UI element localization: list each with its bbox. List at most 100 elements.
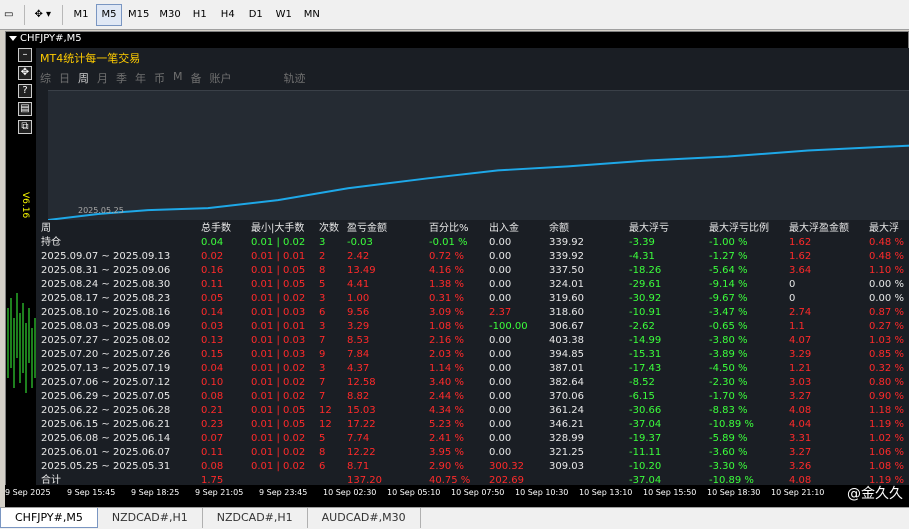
cell-minmax: 0.01 | 0.02: [251, 447, 306, 458]
cell-maxprofit: 3.03: [789, 377, 812, 388]
cell-balance: 346.21: [549, 419, 584, 430]
column-header[interactable]: 最大浮亏: [629, 222, 709, 236]
column-header[interactable]: 出入金: [489, 222, 549, 236]
cell-lots: 0.11: [201, 447, 224, 458]
tab-10[interactable]: 轨迹: [284, 70, 306, 86]
timeframe-h1[interactable]: H1: [187, 4, 213, 26]
tab-5[interactable]: 年: [135, 70, 146, 86]
cell-balance: 319.60: [549, 293, 584, 304]
timeframe-m5[interactable]: M5: [96, 3, 123, 26]
cell-lots: 0.13: [201, 335, 224, 346]
cell-last: 0.00 %: [869, 279, 904, 290]
timeframe-d1[interactable]: D1: [243, 4, 269, 26]
chart-menu-icon[interactable]: [9, 36, 17, 41]
cell-minmax: 0.01 | 0.03: [251, 307, 306, 318]
chart-tab-0[interactable]: CHFJPY#,M5: [0, 508, 98, 528]
cell-count: 7: [319, 391, 326, 402]
cell-last: 1.06 %: [869, 447, 904, 458]
tab-1[interactable]: 日: [59, 70, 70, 86]
layout-icon[interactable]: ▤: [18, 102, 32, 116]
table-row: 2025.07.06 ~ 2025.07.12 0.10 0.01 | 0.02 7 1…: [41, 376, 909, 390]
line-studies-icon[interactable]: ✥ ▾: [30, 4, 55, 26]
timeframe-mn[interactable]: MN: [299, 4, 325, 26]
cell-io: 0.00: [489, 447, 512, 458]
column-header[interactable]: 最大浮: [869, 222, 909, 236]
timeframe-w1[interactable]: W1: [271, 4, 297, 26]
table-row: 2025.08.10 ~ 2025.08.16 0.14 0.01 | 0.03 6 9…: [41, 306, 909, 320]
column-header[interactable]: 周: [41, 222, 201, 236]
timeframe-m30[interactable]: M30: [155, 4, 184, 26]
minimize-icon[interactable]: –: [18, 48, 32, 62]
tab-9[interactable]: 账户: [210, 70, 232, 86]
cell-minmax: 0.01 | 0.02: [251, 391, 306, 402]
tab-0[interactable]: 综: [40, 70, 51, 86]
cell-lots: 0.08: [201, 461, 224, 472]
table-row: 2025.07.27 ~ 2025.08.02 0.13 0.01 | 0.03 7 8…: [41, 334, 909, 348]
cell-pct: 1.08 %: [429, 321, 464, 332]
table-row: 2025.08.03 ~ 2025.08.09 0.03 0.01 | 0.01 3 3…: [41, 320, 909, 334]
cell-pl: 9.56: [347, 307, 370, 318]
cell-maxprofit: 3.29: [789, 349, 812, 360]
cell-balance: 394.85: [549, 349, 584, 360]
column-header[interactable]: 盈亏金额: [347, 222, 429, 236]
cell-pct: 1.38 %: [429, 279, 464, 290]
column-header[interactable]: 次数: [319, 222, 347, 236]
timeframe-m15[interactable]: M15: [124, 4, 153, 26]
help-icon[interactable]: ?: [18, 84, 32, 98]
window-restore-icon[interactable]: ⧉: [18, 120, 32, 134]
cell-count: 3: [319, 321, 326, 332]
cell-pl: 4.41: [347, 279, 370, 290]
cell-lots: 0.04: [201, 363, 224, 374]
cell-count: 5: [319, 279, 326, 290]
stats-panel: MT4统计每一笔交易 综日周月季年币 M 备账户 轨迹 2025.05.25 周总手数…: [36, 48, 909, 489]
chart-tab-1[interactable]: NZDCAD#,H1: [98, 508, 203, 528]
cell-pl: 8.71: [347, 461, 370, 472]
chart-tab-2[interactable]: NZDCAD#,H1: [203, 508, 308, 528]
cell-balance: 361.24: [549, 405, 584, 416]
column-header[interactable]: 最大浮亏比例: [709, 222, 789, 236]
cell-lots: 0.07: [201, 433, 224, 444]
tab-8[interactable]: 备: [191, 70, 202, 86]
cell-maxfloat: -11.11: [629, 447, 662, 458]
cell-last: 0.87 %: [869, 307, 904, 318]
side-toolbar: – ✥ ? ▤ ⧉: [18, 48, 36, 138]
cell-balance: 309.03: [549, 461, 584, 472]
cell-count: 7: [319, 335, 326, 346]
column-header[interactable]: 百分比%: [429, 222, 489, 236]
tab-2[interactable]: 周: [78, 70, 89, 86]
tab-3[interactable]: 月: [97, 70, 108, 86]
window-icon[interactable]: ▭: [0, 4, 17, 26]
table-row: 2025.06.29 ~ 2025.07.05 0.08 0.01 | 0.02 7 8…: [41, 390, 909, 404]
cell-pct: 2.41 %: [429, 433, 464, 444]
cell-maxfloat: -37.04: [629, 419, 662, 430]
cell-balance: 318.60: [549, 307, 584, 318]
cell-maxprofit: 3.64: [789, 265, 812, 276]
timeframe-h4[interactable]: H4: [215, 4, 241, 26]
chart-tab-3[interactable]: AUDCAD#,M30: [308, 508, 421, 528]
column-header[interactable]: 最大浮盈金额: [789, 222, 869, 236]
cell-maxfloat_pct: -3.30 %: [709, 461, 748, 472]
cell-maxfloat_pct: -10.89 %: [709, 419, 754, 430]
cell-maxprofit: 3.31: [789, 433, 812, 444]
cell-last: 1.08 %: [869, 461, 904, 472]
cell-io: -100.00: [489, 321, 528, 332]
cell-maxfloat: -14.99: [629, 335, 662, 346]
tab-7[interactable]: M: [173, 70, 183, 86]
cell-pl: 3.29: [347, 321, 370, 332]
cell-maxfloat_pct: -1.70 %: [709, 391, 748, 402]
cell-io: 0.00: [489, 251, 512, 262]
cell-lots: 0.23: [201, 419, 224, 430]
column-header[interactable]: 余额: [549, 222, 629, 236]
cell-pct: 1.14 %: [429, 363, 464, 374]
column-header[interactable]: 总手数: [201, 222, 251, 236]
cell-week: 2025.07.27 ~ 2025.08.02: [41, 335, 171, 346]
cell-io: 0.00: [489, 419, 512, 430]
column-header[interactable]: 最小|大手数: [251, 222, 319, 236]
time-tick: 10 Sep 07:50: [451, 488, 505, 497]
tab-4[interactable]: 季: [116, 70, 127, 86]
cell-maxfloat: -17.43: [629, 363, 662, 374]
move-icon[interactable]: ✥: [18, 66, 32, 80]
timeframe-m1[interactable]: M1: [68, 4, 94, 26]
tab-6[interactable]: 币: [154, 70, 165, 86]
cell-maxfloat: -15.31: [629, 349, 662, 360]
